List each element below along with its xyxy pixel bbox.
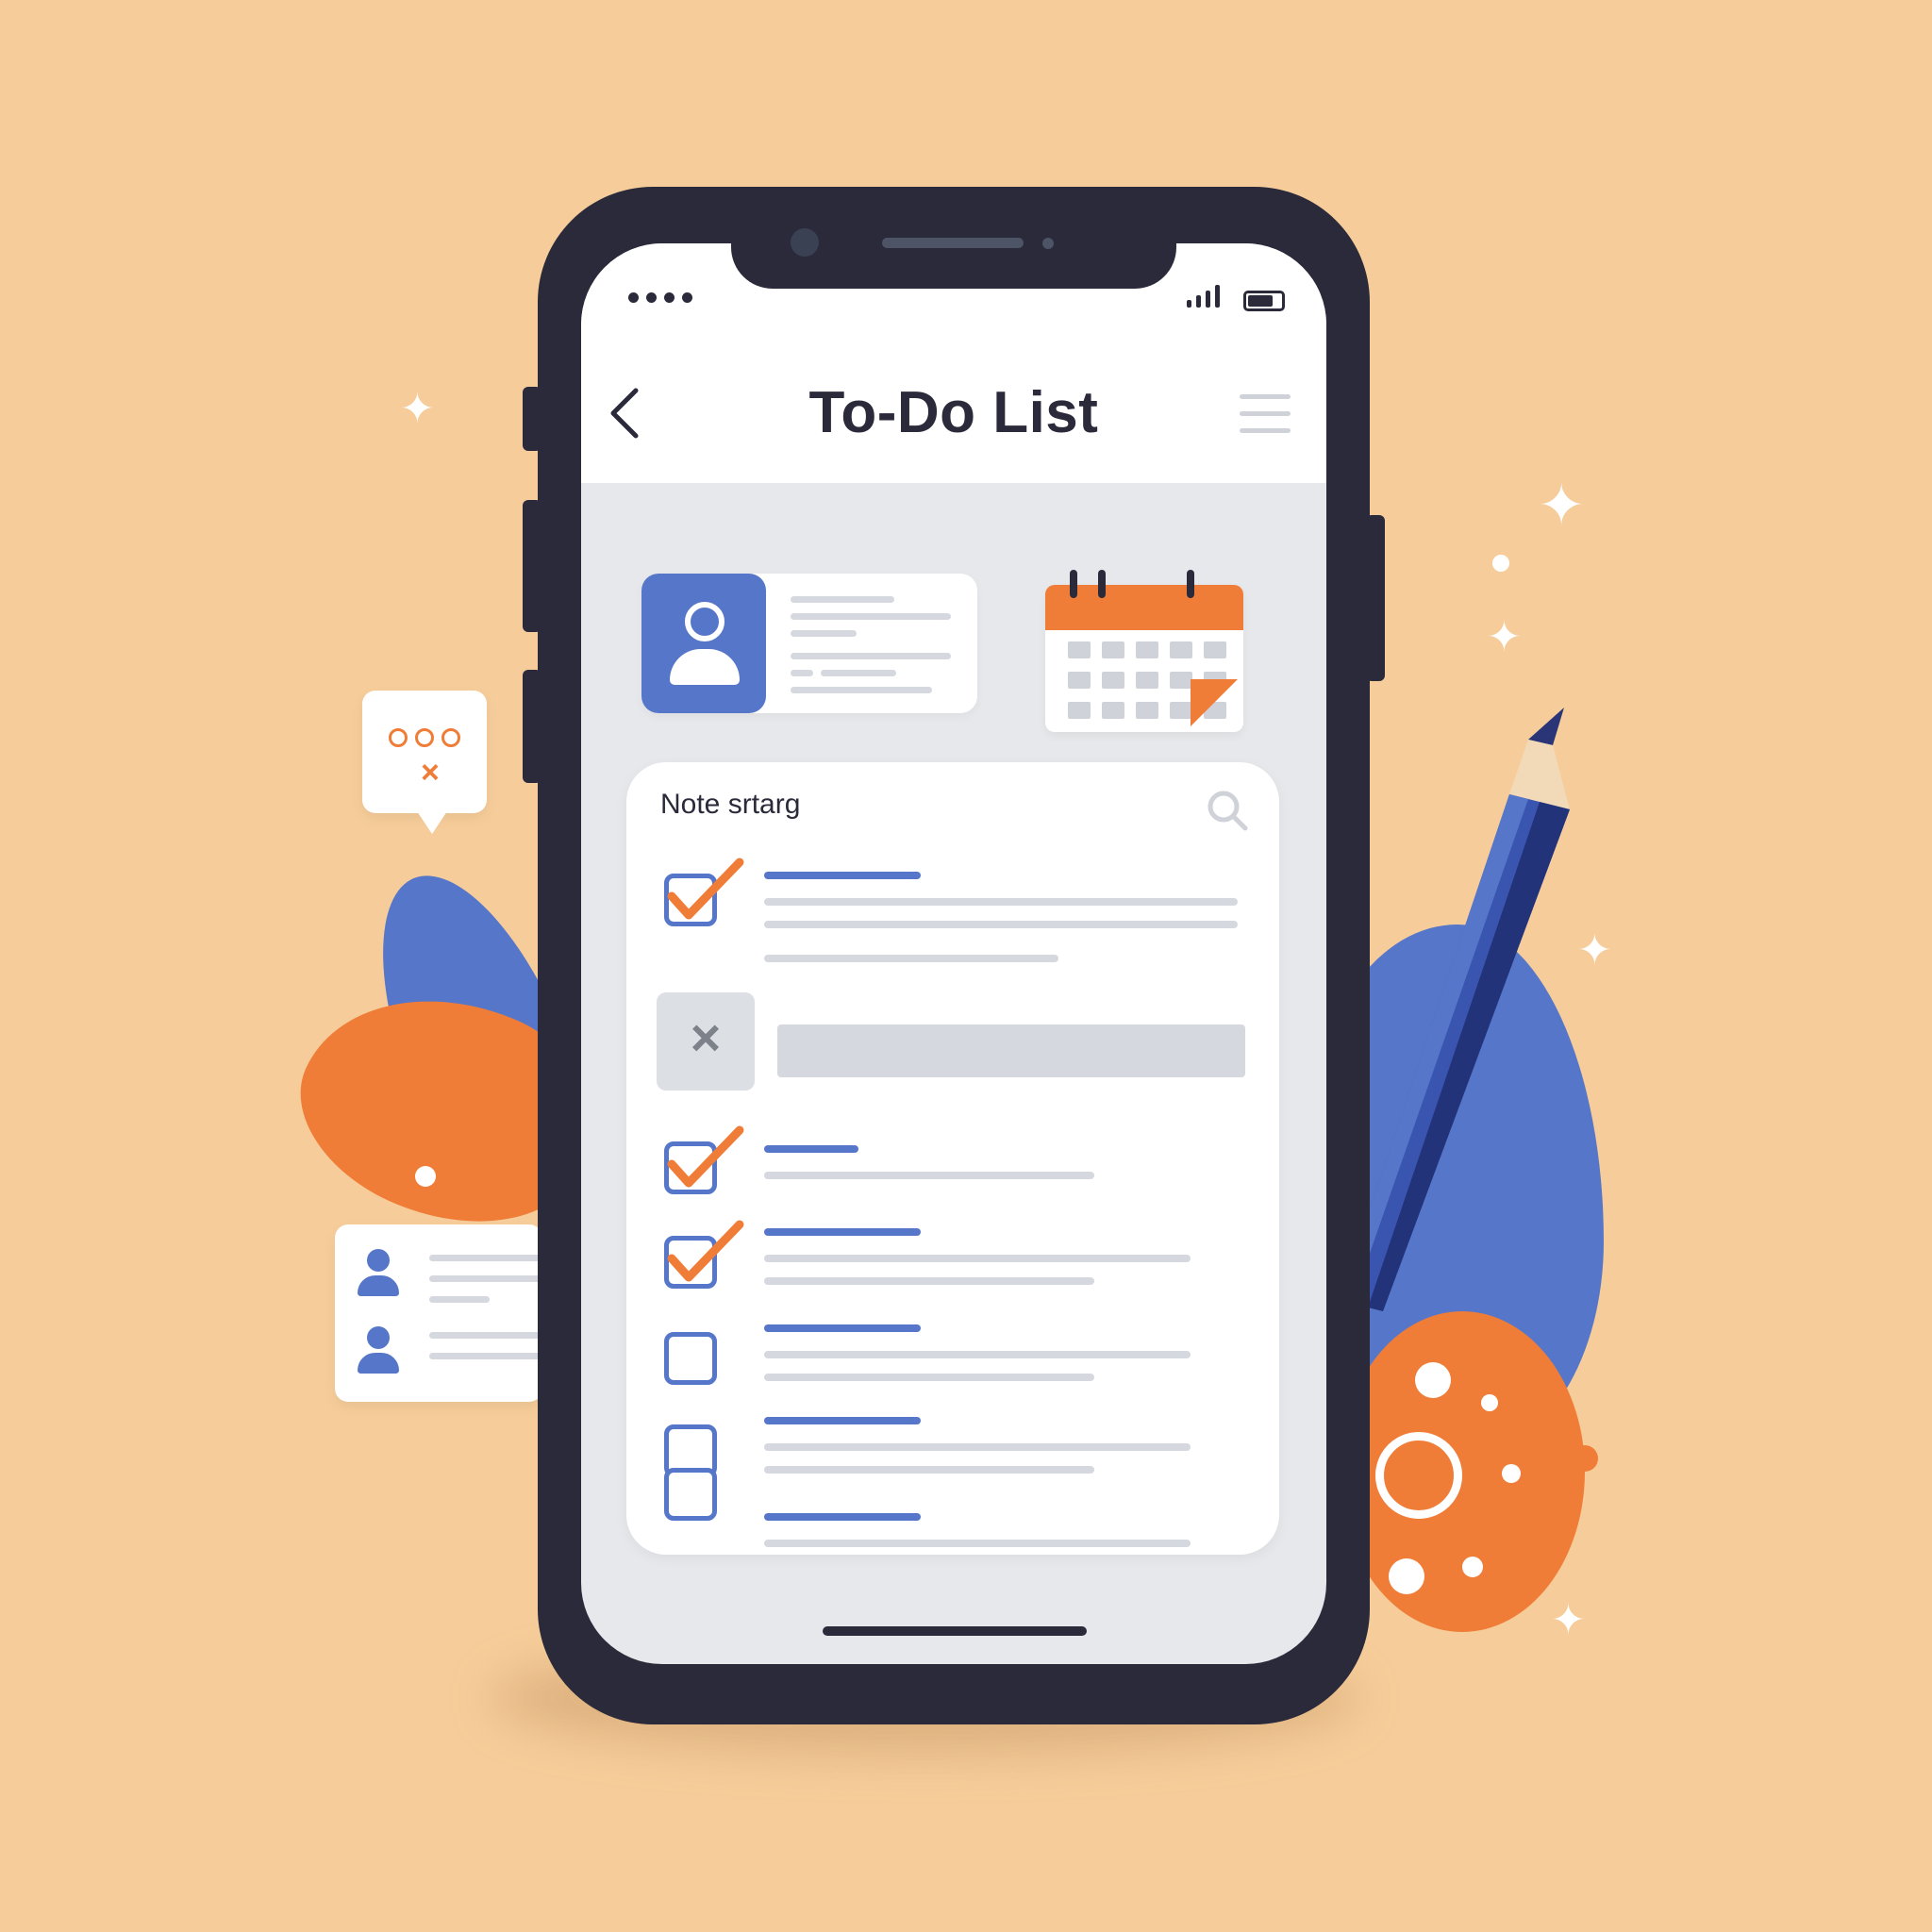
contacts-icon bbox=[335, 1224, 542, 1402]
task-item[interactable] bbox=[660, 858, 1245, 962]
carrier-dots-icon bbox=[628, 292, 692, 303]
sparkle-icon: ✦ bbox=[400, 386, 435, 432]
earpiece-speaker bbox=[882, 238, 1024, 248]
delete-button[interactable]: × bbox=[657, 992, 755, 1091]
sparkle-icon: ✦ bbox=[1551, 1597, 1586, 1643]
person-icon bbox=[358, 1326, 399, 1379]
ellipsis-icon bbox=[389, 728, 464, 751]
battery-level bbox=[1248, 295, 1273, 307]
chat-bubble-icon: × bbox=[362, 691, 487, 834]
calendar-icon[interactable] bbox=[1045, 547, 1247, 732]
page-title: To-Do List bbox=[808, 380, 1099, 445]
task-item[interactable] bbox=[660, 1513, 1245, 1551]
decor-dot bbox=[1462, 1557, 1483, 1577]
close-icon: × bbox=[690, 1008, 722, 1067]
decor-dot bbox=[1481, 1394, 1498, 1411]
decor-ring bbox=[1375, 1432, 1462, 1519]
task-checkbox[interactable] bbox=[664, 1468, 717, 1521]
person-icon bbox=[358, 1249, 399, 1302]
decor-dot bbox=[1492, 555, 1509, 572]
task-item-dismissed[interactable]: × bbox=[657, 992, 1245, 1091]
decor-dot bbox=[1502, 1464, 1521, 1483]
task-item[interactable] bbox=[660, 1220, 1245, 1319]
task-checkbox[interactable] bbox=[664, 1332, 717, 1385]
decor-dot bbox=[1572, 1445, 1598, 1472]
avatar bbox=[641, 574, 766, 713]
decor-dot bbox=[1389, 1558, 1424, 1594]
hamburger-menu-icon[interactable] bbox=[1240, 392, 1291, 436]
front-camera-icon bbox=[791, 228, 819, 257]
phone-screen: To-Do List Note srtarg × bbox=[581, 243, 1326, 1664]
contact-item bbox=[358, 1326, 542, 1383]
task-list-card: Note srtarg × bbox=[626, 762, 1279, 1555]
proximity-sensor bbox=[1042, 238, 1054, 249]
checkmark-icon bbox=[667, 858, 744, 920]
contact-item bbox=[358, 1249, 542, 1306]
task-item[interactable] bbox=[660, 1125, 1245, 1224]
task-list-title: Note srtarg bbox=[660, 789, 801, 820]
sparkle-icon: ✦ bbox=[1487, 614, 1522, 660]
profile-card[interactable] bbox=[641, 574, 977, 713]
sparkle-icon: ✦ bbox=[1538, 474, 1586, 537]
home-indicator[interactable] bbox=[823, 1626, 1087, 1636]
close-icon: × bbox=[421, 755, 440, 791]
task-item[interactable] bbox=[660, 1417, 1245, 1507]
checkmark-icon bbox=[667, 1125, 744, 1188]
decor-dot bbox=[1415, 1362, 1451, 1398]
task-item[interactable] bbox=[660, 1324, 1245, 1415]
checkmark-icon bbox=[667, 1220, 744, 1282]
cellular-signal-icon bbox=[1187, 285, 1220, 308]
battery-icon bbox=[1243, 291, 1285, 311]
decor-dot bbox=[415, 1166, 436, 1187]
search-icon[interactable] bbox=[1204, 787, 1251, 834]
pencil-icon bbox=[1340, 708, 1570, 1311]
